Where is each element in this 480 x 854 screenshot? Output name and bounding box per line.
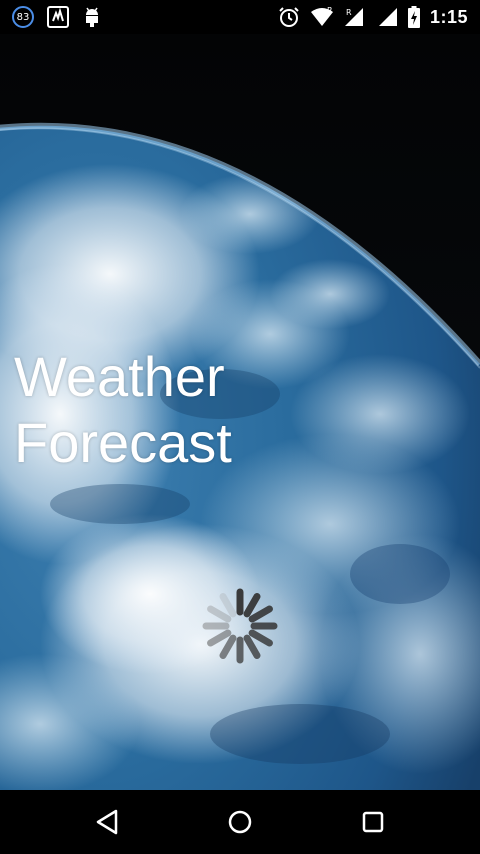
notification-count-icon: 83 — [12, 6, 34, 28]
signal-icon — [378, 7, 398, 27]
recents-button[interactable] — [349, 802, 397, 842]
navigation-bar — [0, 790, 480, 854]
status-bar-system: R R 1:15 — [278, 0, 468, 34]
roaming-indicator-1: R — [327, 7, 333, 15]
status-bar-notifications: 83 — [12, 0, 102, 34]
app-title: Weather Forecast — [14, 344, 314, 476]
voicemail-icon — [46, 5, 70, 29]
status-bar: 83 R R 1:15 — [0, 0, 480, 34]
android-debug-icon — [82, 5, 102, 29]
signal-icon: R — [344, 7, 368, 27]
back-icon — [96, 809, 118, 835]
home-button[interactable] — [216, 802, 264, 842]
recents-icon — [362, 811, 384, 833]
back-button[interactable] — [83, 802, 131, 842]
alarm-icon — [278, 6, 300, 28]
roaming-indicator-2: R — [346, 8, 352, 17]
app-title-line-2: Forecast — [14, 411, 232, 474]
home-icon — [228, 810, 252, 834]
splash-screen: 83 R R 1:15 Weather Forecast — [0, 0, 480, 854]
status-bar-clock: 1:15 — [429, 6, 468, 27]
battery-charging-icon — [407, 6, 420, 28]
wifi-icon: R — [310, 7, 334, 27]
app-title-line-1: Weather — [14, 345, 225, 408]
notification-count: 83 — [16, 11, 30, 23]
loading-spinner-icon — [200, 586, 280, 666]
